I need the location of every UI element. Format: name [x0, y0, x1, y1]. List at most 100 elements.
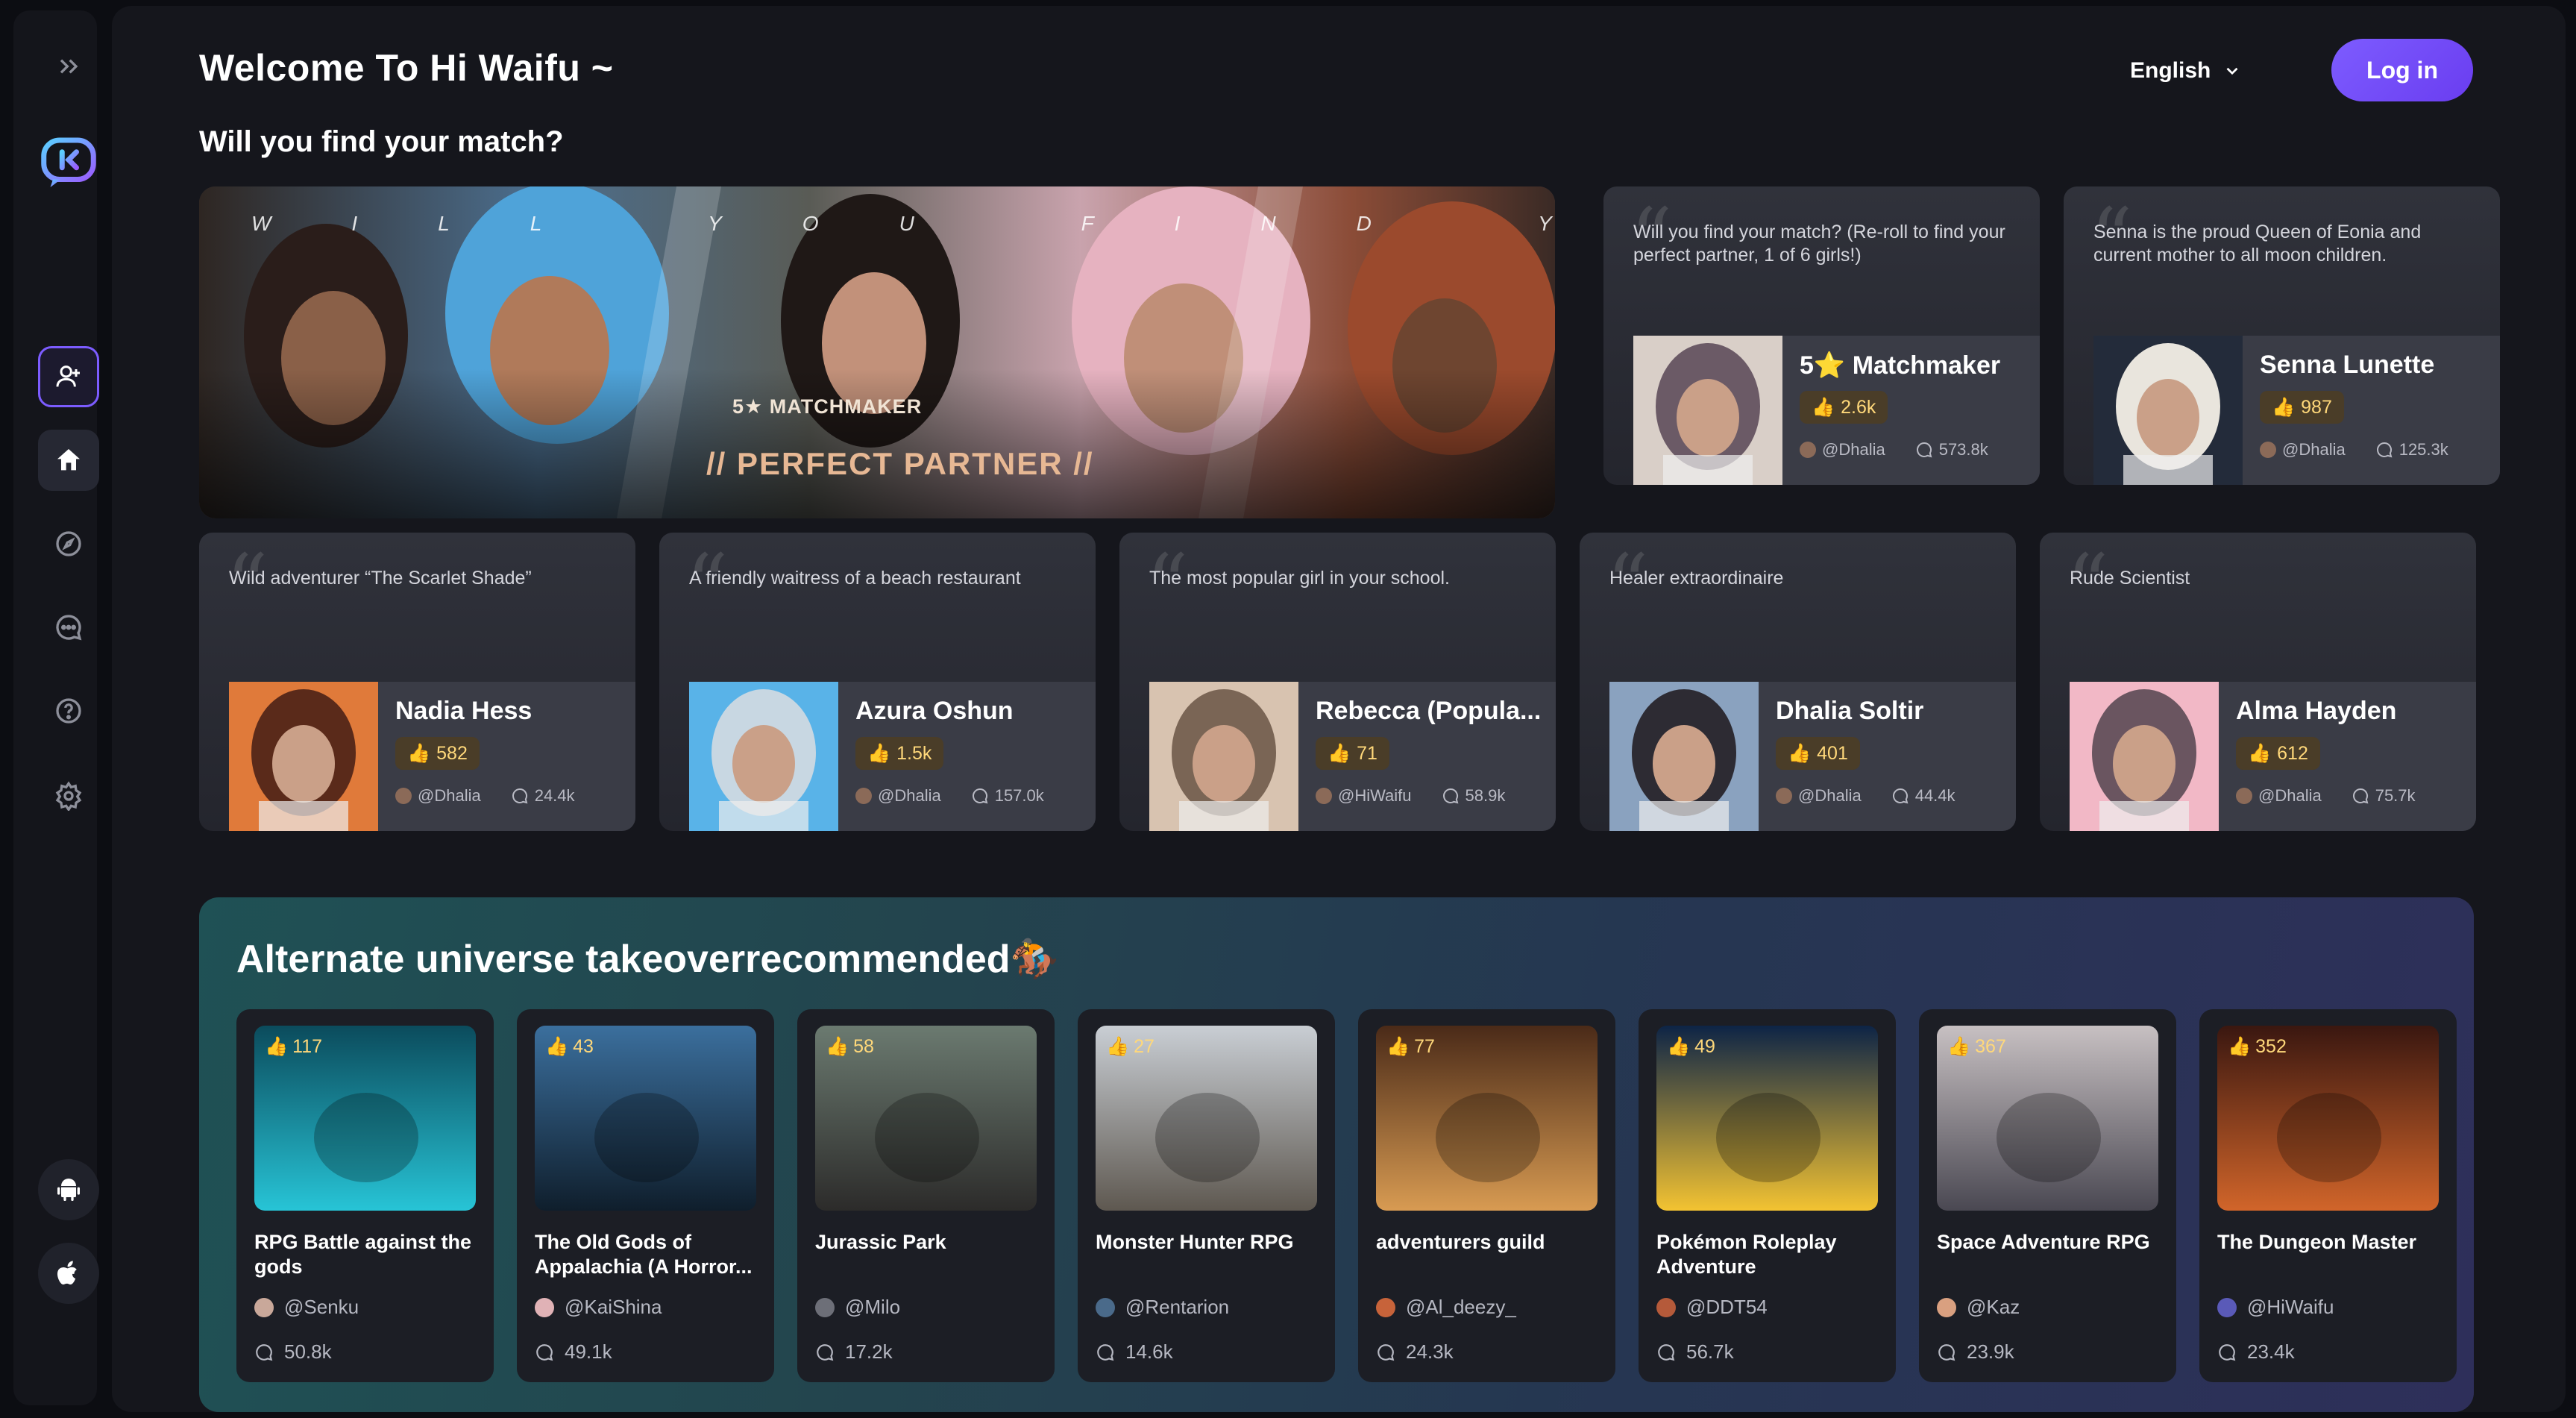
- author[interactable]: @DDT54: [1656, 1296, 1768, 1319]
- chat-count: 56.7k: [1656, 1340, 1734, 1364]
- chat-count-value: 44.4k: [1914, 786, 1955, 805]
- character-card[interactable]: “ Will you find your match? (Re-roll to …: [1603, 186, 2040, 485]
- chat-count: 49.1k: [535, 1340, 612, 1364]
- likes-count: 2.6k: [1841, 396, 1876, 418]
- banner-tagline: WILL YOU FIND YOUR MATCH: [251, 212, 1555, 235]
- language-selector[interactable]: English: [2130, 58, 2242, 84]
- author-avatar: [1656, 1297, 1676, 1317]
- character-card[interactable]: “ Wild adventurer “The Scarlet Shade” Na…: [199, 533, 635, 831]
- thumbs-up-icon: 👍: [1788, 742, 1812, 764]
- help-button[interactable]: [38, 680, 99, 741]
- character-card[interactable]: “ Senna is the proud Queen of Eonia and …: [2064, 186, 2500, 485]
- character-description: Wild adventurer “The Scarlet Shade”: [229, 568, 532, 589]
- author[interactable]: @Kaz: [1937, 1296, 2020, 1319]
- section-title: Alternate universe takeoverrecommended🏇: [236, 938, 1059, 981]
- character-card[interactable]: “ Healer extraordinaire Dhalia Soltir 👍 …: [1580, 533, 2016, 831]
- chat-bubble-icon: [817, 1343, 834, 1361]
- chat-bubble-icon: [1916, 442, 1932, 458]
- author-name: @DDT54: [1686, 1296, 1768, 1318]
- chat-bubble-icon: [2376, 442, 2393, 458]
- featured-banner[interactable]: WILL YOU FIND YOUR MATCH 5★ MATCHMAKER /…: [199, 186, 1555, 518]
- chat-count: 24.3k: [1376, 1340, 1454, 1364]
- author[interactable]: @Senku: [254, 1296, 359, 1319]
- ios-app-button[interactable]: [38, 1243, 99, 1304]
- story-title: Monster Hunter RPG: [1096, 1231, 1294, 1253]
- app-logo[interactable]: [37, 130, 100, 192]
- author-avatar: [2217, 1297, 2237, 1317]
- author[interactable]: @Dhalia: [395, 786, 481, 806]
- author-name: @Dhalia: [1822, 440, 1885, 459]
- thumbs-up-icon: 👍: [1947, 1036, 1971, 1057]
- chat-count: 75.7k: [2352, 786, 2416, 806]
- chat-count: 17.2k: [815, 1340, 893, 1364]
- author-name: @Kaz: [1967, 1296, 2020, 1318]
- author[interactable]: @KaiShina: [535, 1296, 662, 1319]
- likes-count: 612: [2277, 742, 2308, 764]
- chat-bubble-icon: [2352, 788, 2369, 804]
- author[interactable]: @Dhalia: [1800, 440, 1885, 459]
- author-avatar: [2260, 442, 2276, 458]
- likes-badge: 👍 1.5k: [855, 737, 944, 770]
- thumbs-up-icon: 👍: [1328, 742, 1351, 764]
- author[interactable]: @Al_deezy_: [1376, 1296, 1516, 1319]
- chat-bubble-icon: [1658, 1343, 1675, 1361]
- author[interactable]: @Rentarion: [1096, 1296, 1229, 1319]
- character-card[interactable]: “ The most popular girl in your school. …: [1119, 533, 1556, 831]
- story-card[interactable]: 👍 43 The Old Gods of Appalachia (A Horro…: [517, 1009, 774, 1382]
- author-name: @Dhalia: [2258, 786, 2322, 805]
- chat-count-value: 14.6k: [1125, 1340, 1173, 1363]
- expand-sidebar-button[interactable]: [38, 40, 99, 92]
- likes-badge: 👍 77: [1386, 1036, 1435, 1058]
- android-app-button[interactable]: [38, 1159, 99, 1220]
- character-name: Senna Lunette: [2260, 351, 2435, 379]
- chat-count: 58.9k: [1442, 786, 1505, 806]
- author[interactable]: @Dhalia: [2236, 786, 2322, 806]
- character-card[interactable]: “ Rude Scientist Alma Hayden 👍 612 @Dhal…: [2040, 533, 2476, 831]
- author[interactable]: @Dhalia: [2260, 440, 2346, 459]
- author-avatar: [855, 788, 872, 804]
- likes-count: 352: [2255, 1036, 2287, 1057]
- story-card[interactable]: 👍 352 The Dungeon Master @HiWaifu 23.4k: [2199, 1009, 2457, 1382]
- double-chevron-right-icon: [60, 59, 78, 74]
- likes-count: 117: [292, 1036, 322, 1057]
- story-card[interactable]: 👍 49 Pokémon Roleplay Adventure @DDT54 5…: [1639, 1009, 1896, 1382]
- character-card[interactable]: “ A friendly waitress of a beach restaur…: [659, 533, 1096, 831]
- author[interactable]: @HiWaifu: [1316, 786, 1412, 806]
- compass-icon: [56, 531, 81, 556]
- home-button[interactable]: [38, 430, 99, 491]
- character-description: The most popular girl in your school.: [1149, 568, 1450, 589]
- story-card[interactable]: 👍 77 adventurers guild @Al_deezy_ 24.3k: [1358, 1009, 1615, 1382]
- chats-button[interactable]: [38, 597, 99, 658]
- author[interactable]: @Milo: [815, 1296, 900, 1319]
- character-description: A friendly waitress of a beach restauran…: [689, 568, 1021, 589]
- story-card[interactable]: 👍 367 Space Adventure RPG @Kaz 23.9k: [1919, 1009, 2176, 1382]
- character-avatar: [689, 682, 838, 831]
- story-card[interactable]: 👍 58 Jurassic Park @Milo 17.2k: [797, 1009, 1055, 1382]
- character-description: Will you find your match? (Re-roll to fi…: [1633, 222, 2005, 266]
- thumbs-up-icon: 👍: [1106, 1036, 1130, 1057]
- likes-badge: 👍 49: [1667, 1036, 1715, 1058]
- author-name: @HiWaifu: [1338, 786, 1412, 805]
- chat-count-value: 50.8k: [284, 1340, 332, 1363]
- author-name: @KaiShina: [565, 1296, 662, 1318]
- chat-bubble-icon: [1892, 788, 1909, 804]
- likes-badge: 👍 117: [265, 1036, 322, 1058]
- author-avatar: [1776, 788, 1792, 804]
- settings-button[interactable]: [38, 765, 99, 826]
- likes-badge: 👍 367: [1947, 1036, 2006, 1058]
- discover-button[interactable]: [38, 513, 99, 574]
- story-thumbnail: 👍 27: [1096, 1026, 1317, 1211]
- character-avatar: [1149, 682, 1298, 831]
- story-title: Pokémon Roleplay Adventure: [1656, 1231, 1837, 1278]
- author[interactable]: @Dhalia: [1776, 786, 1862, 806]
- chat-count: 23.9k: [1937, 1340, 2014, 1364]
- story-thumbnail: 👍 77: [1376, 1026, 1598, 1211]
- author-name: @Dhalia: [878, 786, 941, 805]
- login-button[interactable]: Log in: [2331, 39, 2473, 101]
- story-card[interactable]: 👍 117 RPG Battle against the gods @Senku…: [236, 1009, 494, 1382]
- author[interactable]: @HiWaifu: [2217, 1296, 2334, 1319]
- story-card[interactable]: 👍 27 Monster Hunter RPG @Rentarion 14.6k: [1078, 1009, 1335, 1382]
- author[interactable]: @Dhalia: [855, 786, 941, 806]
- thumbs-up-icon: 👍: [2228, 1036, 2252, 1057]
- add-character-button[interactable]: [38, 346, 99, 407]
